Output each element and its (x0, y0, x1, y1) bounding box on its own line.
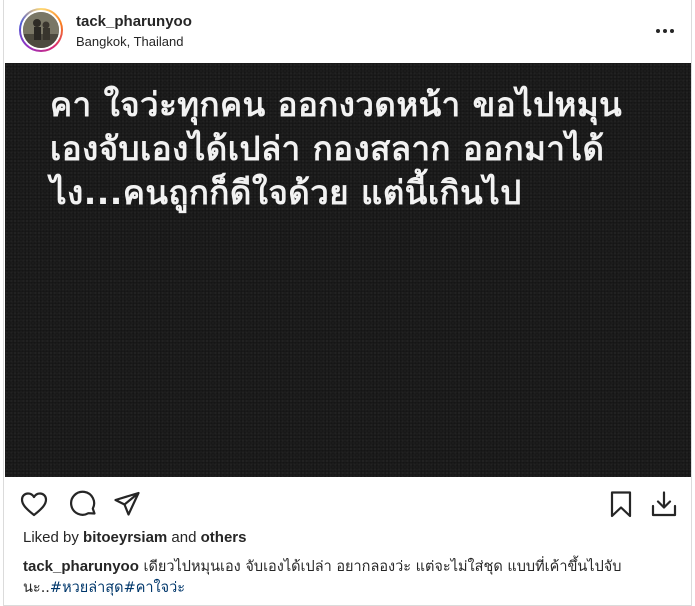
more-options-icon[interactable] (653, 20, 677, 40)
media-text-line: ไง...คนถูกก็ดีใจด้วย แต่นี้เกินไป (50, 173, 522, 212)
heart-icon[interactable] (19, 489, 49, 519)
comment-icon[interactable] (68, 489, 98, 519)
caption-username[interactable]: tack_pharunyoo (23, 558, 139, 575)
media-text-line: คา ใจว่ะทุกคน ออกงวดหน้า ขอไปหมุน (50, 85, 623, 124)
media-text-line: เองจับเองได้เปล่า กองสลาก ออกมาได้ (50, 129, 605, 168)
media-text: คา ใจว่ะทุกคน ออกงวดหน้า ขอไปหมุน เองจับ… (50, 83, 650, 215)
post-username[interactable]: tack_pharunyoo (76, 13, 192, 30)
bookmark-icon[interactable] (606, 489, 636, 519)
share-icon[interactable] (112, 489, 142, 519)
post-caption: tack_pharunyoo เดียวไปหมุนเอง จับเองได้เ… (23, 556, 683, 599)
post-location[interactable]: Bangkok, Thailand (76, 34, 183, 49)
likes-prefix: Liked by (23, 529, 79, 546)
post-media[interactable]: คา ใจว่ะทุกคน ออกงวดหน้า ขอไปหมุน เองจับ… (5, 63, 691, 477)
post-card: tack_pharunyoo Bangkok, Thailand คา ใจว่… (3, 0, 692, 606)
download-icon[interactable] (649, 489, 679, 519)
hashtag-link[interactable]: #คาใจว่ะ (124, 580, 186, 596)
action-bar (4, 485, 691, 525)
avatar[interactable] (21, 10, 61, 50)
liked-by-user[interactable]: bitoeyrsiam (83, 529, 167, 546)
likes-others-link[interactable]: others (201, 529, 247, 546)
avatar-image (23, 12, 59, 48)
post-header: tack_pharunyoo Bangkok, Thailand (4, 0, 691, 62)
likes-summary: Liked by bitoeyrsiam and others (23, 529, 246, 546)
likes-and: and (171, 529, 197, 546)
hashtag-link[interactable]: #หวยล่าสุด (50, 580, 124, 596)
avatar-story-ring[interactable] (19, 8, 63, 52)
